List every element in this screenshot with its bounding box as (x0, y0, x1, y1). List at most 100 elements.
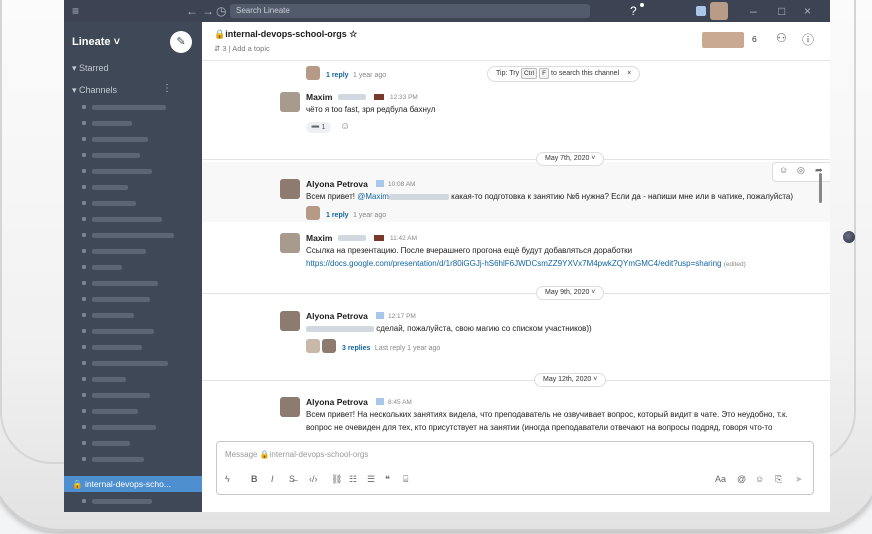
message-text: Всем привет! @Maxim какая-то подготовка … (306, 192, 794, 201)
code-icon[interactable]: ‹/› (309, 474, 318, 484)
sidebar-channel-item[interactable] (92, 217, 162, 222)
sidebar-channel-item[interactable] (92, 121, 132, 126)
sidebar-channel-item[interactable] (92, 313, 134, 318)
text-format-toggle[interactable]: Aa (715, 474, 726, 484)
forward-arrow-icon[interactable]: → (202, 3, 214, 19)
sidebar-channel-item[interactable] (92, 409, 138, 414)
menu-icon[interactable]: ≡ (72, 3, 79, 19)
close-icon[interactable]: × (804, 3, 811, 19)
channel-hash-icon (82, 425, 86, 429)
strikethrough-icon[interactable]: S̶ (289, 474, 295, 484)
compose-button[interactable]: ✎ (170, 31, 192, 53)
author-name[interactable]: Maxim (306, 92, 332, 102)
date-divider[interactable]: May 12th, 2020 ˅ (534, 373, 607, 387)
avatar[interactable] (280, 397, 300, 417)
sidebar-channel-item[interactable] (92, 329, 154, 334)
author-name[interactable]: Maxim (306, 233, 332, 243)
starred-section[interactable]: ▾ Starred (72, 63, 109, 74)
workspace-name[interactable]: Lineate ˅ (72, 36, 120, 48)
emoji-icon[interactable]: ☺ (755, 474, 764, 484)
sidebar-item-active-channel[interactable]: 🔒 internal-devops-scho... (64, 476, 202, 492)
message-composer[interactable]: Message 🔒internal-devops-school-orgs ϟ B… (216, 441, 814, 495)
link-icon[interactable]: ⛓ (331, 474, 342, 485)
sidebar-channel-item[interactable] (92, 201, 136, 206)
code-block-icon[interactable]: ⌸ (403, 474, 408, 485)
help-icon[interactable]: ? (630, 3, 637, 19)
sidebar-channel-item[interactable] (92, 105, 166, 110)
date-divider[interactable]: May 7th, 2020 ˅ (536, 152, 605, 166)
title-bar: ≡ ← → ◷ Search Lineate ? – □ × (64, 0, 830, 22)
add-reaction-icon[interactable]: ☺ (779, 165, 788, 175)
thread-reply-summary[interactable]: 3 replies Last reply 1 year ago (342, 343, 440, 352)
reply-thread-icon[interactable]: ◎ (797, 165, 805, 176)
date-divider-line (202, 293, 830, 294)
avatar[interactable] (280, 92, 300, 112)
avatar[interactable] (280, 179, 300, 199)
maximize-icon[interactable]: □ (778, 3, 785, 19)
send-icon[interactable]: ➤ (795, 474, 803, 485)
sidebar-channel-item[interactable] (92, 377, 126, 382)
sidebar-channel-item[interactable] (92, 361, 168, 366)
sidebar-channel-item[interactable] (92, 169, 152, 174)
add-member-icon[interactable]: ⚇ (776, 31, 787, 45)
presentation-link[interactable]: https://docs.google.com/presentation/d/1… (306, 259, 722, 268)
author-name[interactable]: Alyona Petrova (306, 311, 368, 321)
sidebar-channel-item[interactable] (92, 265, 122, 270)
workspace-switch-icon[interactable] (696, 6, 706, 16)
timestamp[interactable]: 12:33 PM (390, 94, 418, 101)
message-list: 1 reply 1 year ago Tip: Try Ctrl F to se… (202, 61, 830, 440)
thread-reply-summary[interactable]: 1 reply 1 year ago (326, 70, 386, 79)
channel-title[interactable]: 🔒internal-devops-school-orgs ☆ (214, 29, 357, 40)
bullet-list-icon[interactable]: ☰ (367, 474, 375, 485)
ordered-list-icon[interactable]: ☷ (349, 474, 357, 485)
sidebar-channel-item[interactable] (92, 281, 158, 286)
italic-icon[interactable]: I (271, 474, 274, 484)
sidebar-channel-item[interactable] (92, 153, 140, 158)
search-input[interactable]: Search Lineate (230, 4, 590, 18)
user-avatar[interactable] (710, 2, 728, 20)
bold-icon[interactable]: B (251, 474, 258, 484)
channels-section[interactable]: ▾ Channels (72, 85, 117, 96)
timestamp[interactable]: 11:42 AM (390, 235, 417, 242)
timestamp[interactable]: 12:17 PM (388, 313, 416, 320)
back-arrow-icon[interactable]: ← (186, 3, 198, 19)
reaction-pill[interactable]: ➖ 1 (306, 122, 331, 133)
member-count[interactable]: 6 (752, 34, 757, 44)
author-name[interactable]: Alyona Petrova (306, 179, 368, 189)
channels-options-icon[interactable]: ⋮ (162, 83, 172, 94)
date-divider[interactable]: May 9th, 2020 ˅ (536, 286, 605, 300)
history-icon[interactable]: ◷ (216, 3, 226, 19)
timestamp[interactable]: 10:08 AM (388, 181, 415, 188)
quote-icon[interactable]: ❝ (385, 474, 390, 485)
author-name[interactable]: Alyona Petrova (306, 397, 368, 407)
attach-icon[interactable]: ⎘ (775, 474, 782, 485)
member-avatars[interactable] (702, 32, 744, 48)
sidebar-channel-item[interactable] (92, 457, 144, 462)
sidebar-channel-item[interactable] (92, 137, 148, 142)
message-input[interactable]: Message 🔒internal-devops-school-orgs (225, 450, 368, 459)
avatar[interactable] (280, 233, 300, 253)
close-tip-icon[interactable]: × (627, 70, 631, 77)
add-reaction-icon[interactable]: ☺ (340, 121, 350, 132)
sidebar-channel-item[interactable] (92, 441, 130, 446)
sidebar-channel-item[interactable] (92, 345, 142, 350)
sidebar-channel-item[interactable] (92, 393, 150, 398)
timestamp[interactable]: 8:45 AM (388, 399, 412, 406)
avatar (306, 66, 320, 80)
mention-icon[interactable]: @ (737, 474, 746, 484)
sidebar-channel-item[interactable] (92, 297, 150, 302)
message-text-line: Всем привет! На нескольких занятиях виде… (306, 410, 788, 419)
user-mention[interactable]: @Maxim (357, 192, 389, 201)
avatar[interactable] (280, 311, 300, 331)
sidebar-channel-item[interactable] (92, 425, 156, 430)
thread-reply-summary[interactable]: 1 reply 1 year ago (326, 210, 386, 219)
sidebar-channel-item[interactable] (92, 249, 146, 254)
info-icon[interactable]: ⓘ (802, 31, 814, 48)
scrollbar-thumb[interactable] (819, 173, 822, 203)
sidebar-channel-item[interactable] (92, 185, 128, 190)
sidebar-channel-item[interactable] (92, 233, 174, 238)
channel-topic[interactable]: ⇵ 3 | Add a topic (214, 44, 270, 53)
sidebar-channel-item[interactable] (92, 499, 152, 504)
shortcuts-icon[interactable]: ϟ (225, 474, 230, 484)
minimize-icon[interactable]: – (750, 3, 757, 19)
